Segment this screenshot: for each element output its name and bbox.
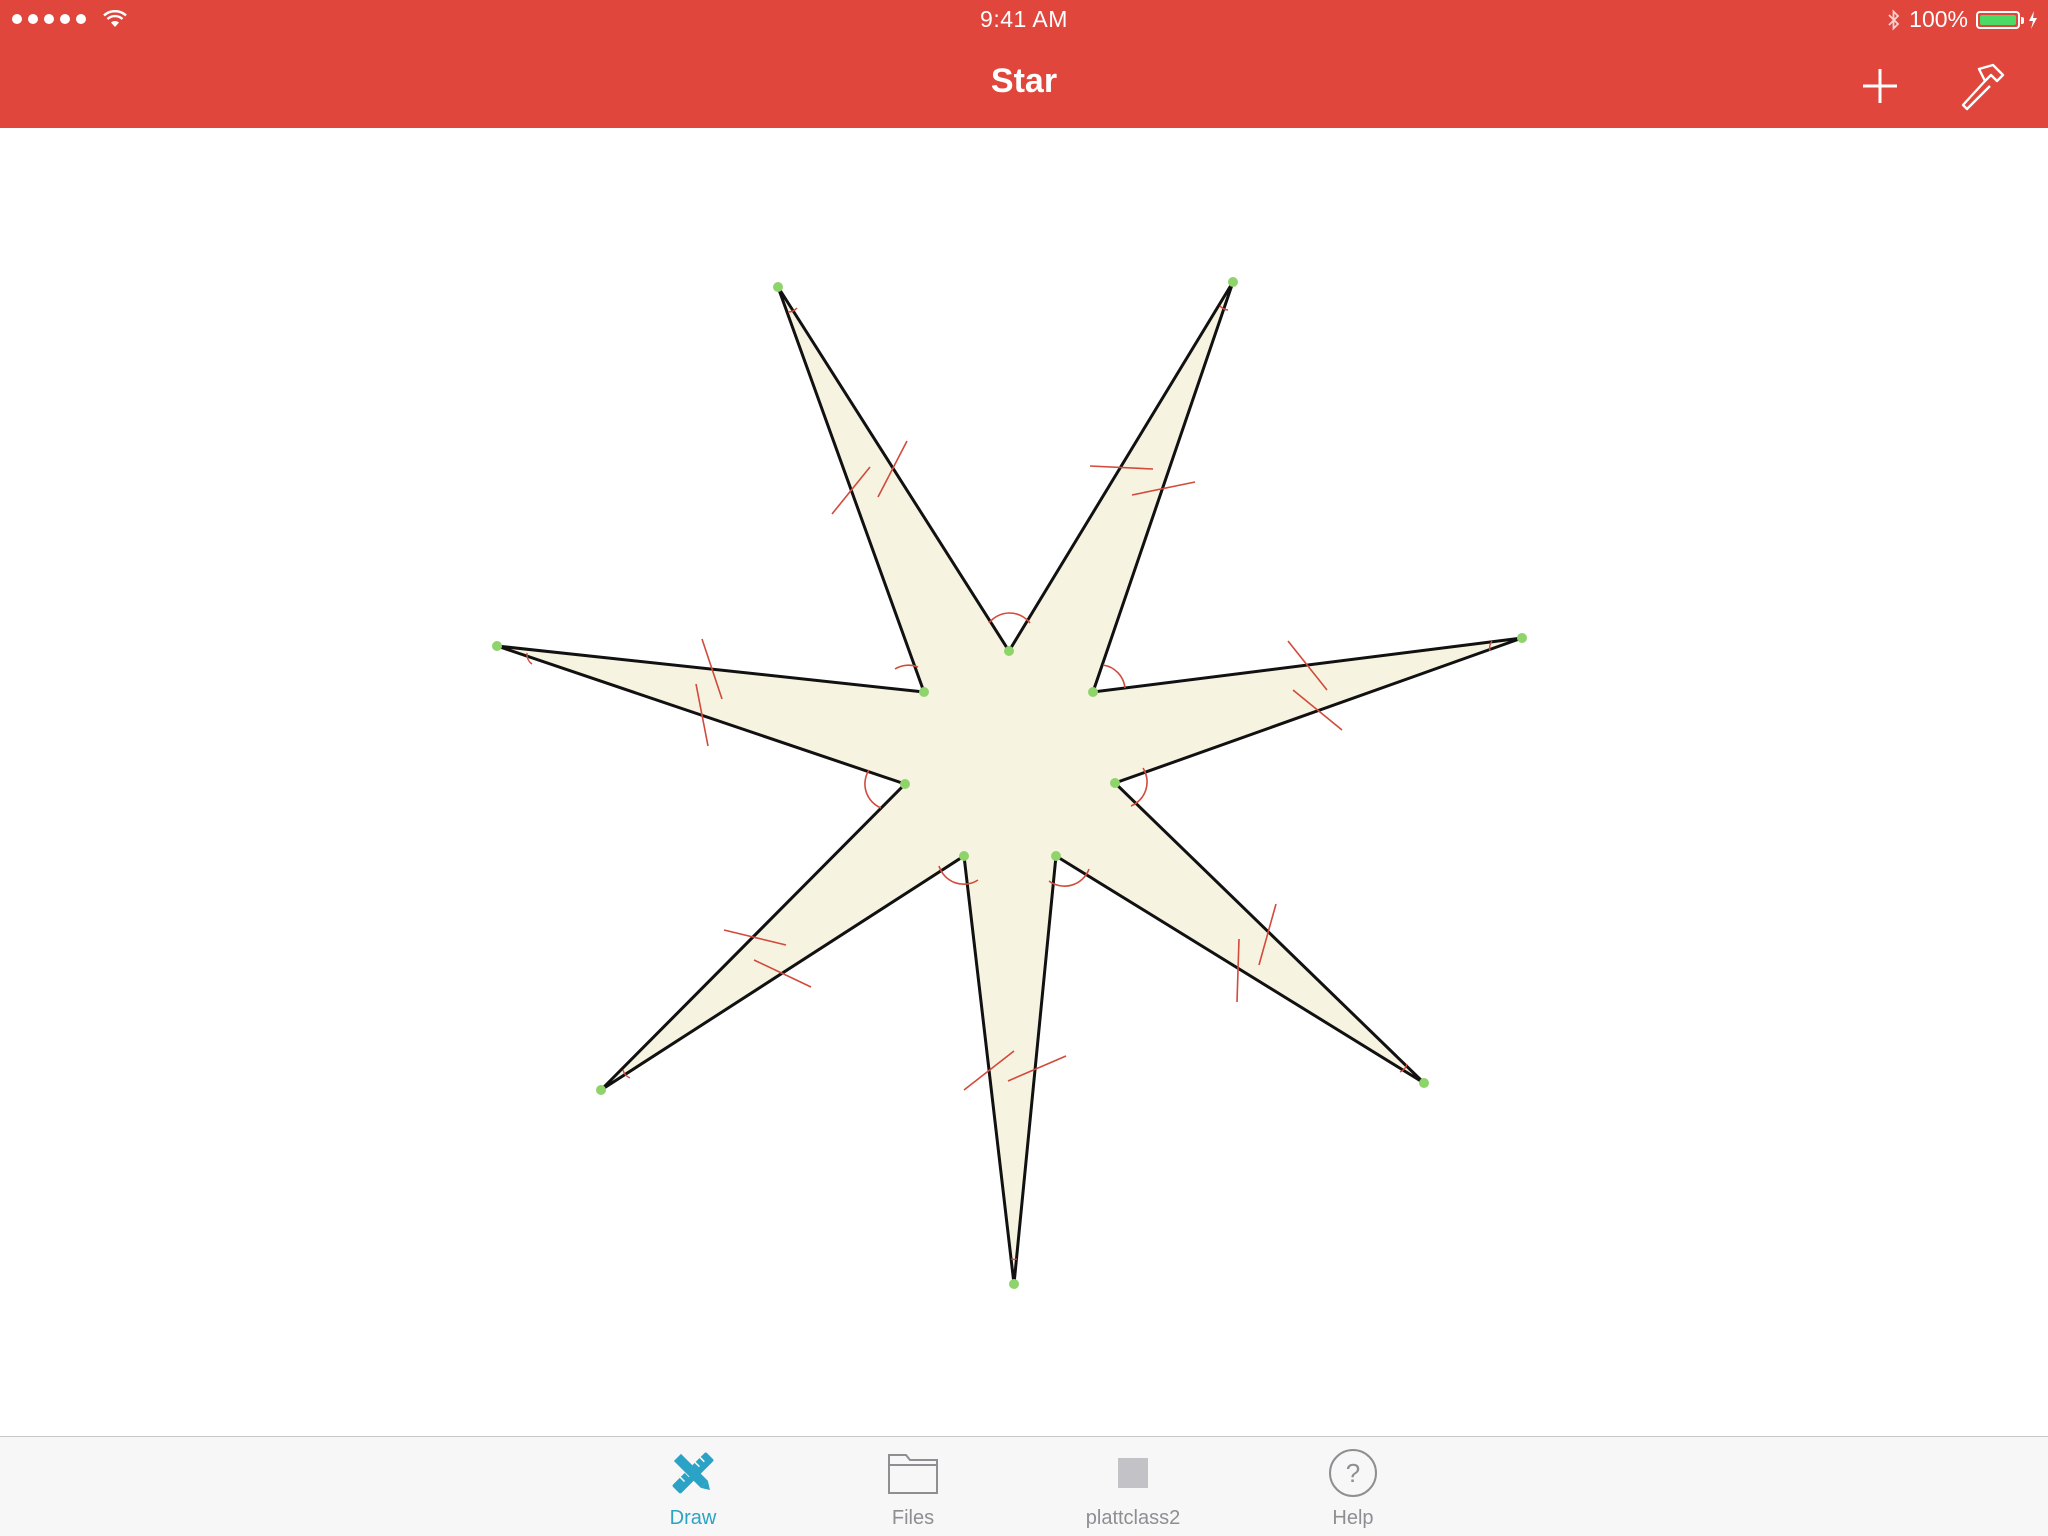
app: 9:41 AM 100% Star Draw Files plattclass2… [0, 0, 2048, 1536]
status-time: 9:41 AM [980, 6, 1068, 32]
star-shape[interactable] [496, 281, 1523, 1285]
charging-icon [2029, 10, 2037, 29]
tab-bar: Draw Files plattclass2 ? Help [0, 1436, 2048, 1536]
tab-label-help: Help [1332, 1507, 1374, 1529]
plus-icon [1863, 69, 1897, 103]
tab-help[interactable]: ? Help [1273, 1445, 1433, 1535]
battery-percent: 100% [1909, 6, 1968, 32]
draw-tools-icon [665, 1445, 721, 1501]
svg-text:?: ? [1346, 1458, 1360, 1488]
tab-label-plattclass2: plattclass2 [1085, 1507, 1181, 1529]
page-title: Star [990, 62, 1058, 100]
folder-icon [885, 1445, 941, 1501]
square-icon [1105, 1445, 1161, 1501]
tools-button[interactable] [1952, 56, 2012, 116]
bluetooth-icon [1888, 8, 1900, 31]
battery-icon [1976, 10, 2024, 29]
star-drawing [492, 277, 1527, 1289]
tab-files[interactable]: Files [833, 1445, 993, 1535]
top-bar: 9:41 AM 100% Star [0, 0, 2048, 128]
drawing-canvas[interactable] [0, 128, 2048, 1436]
tab-draw[interactable]: Draw [613, 1445, 773, 1535]
status-right: 100% [1887, 6, 2038, 33]
add-button[interactable] [1850, 56, 1910, 116]
tab-plattclass2[interactable]: plattclass2 [1053, 1445, 1213, 1535]
help-icon: ? [1325, 1445, 1381, 1501]
hammer-icon [1961, 63, 2005, 111]
tab-label-draw: Draw [669, 1507, 717, 1529]
tab-label-files: Files [891, 1507, 935, 1529]
